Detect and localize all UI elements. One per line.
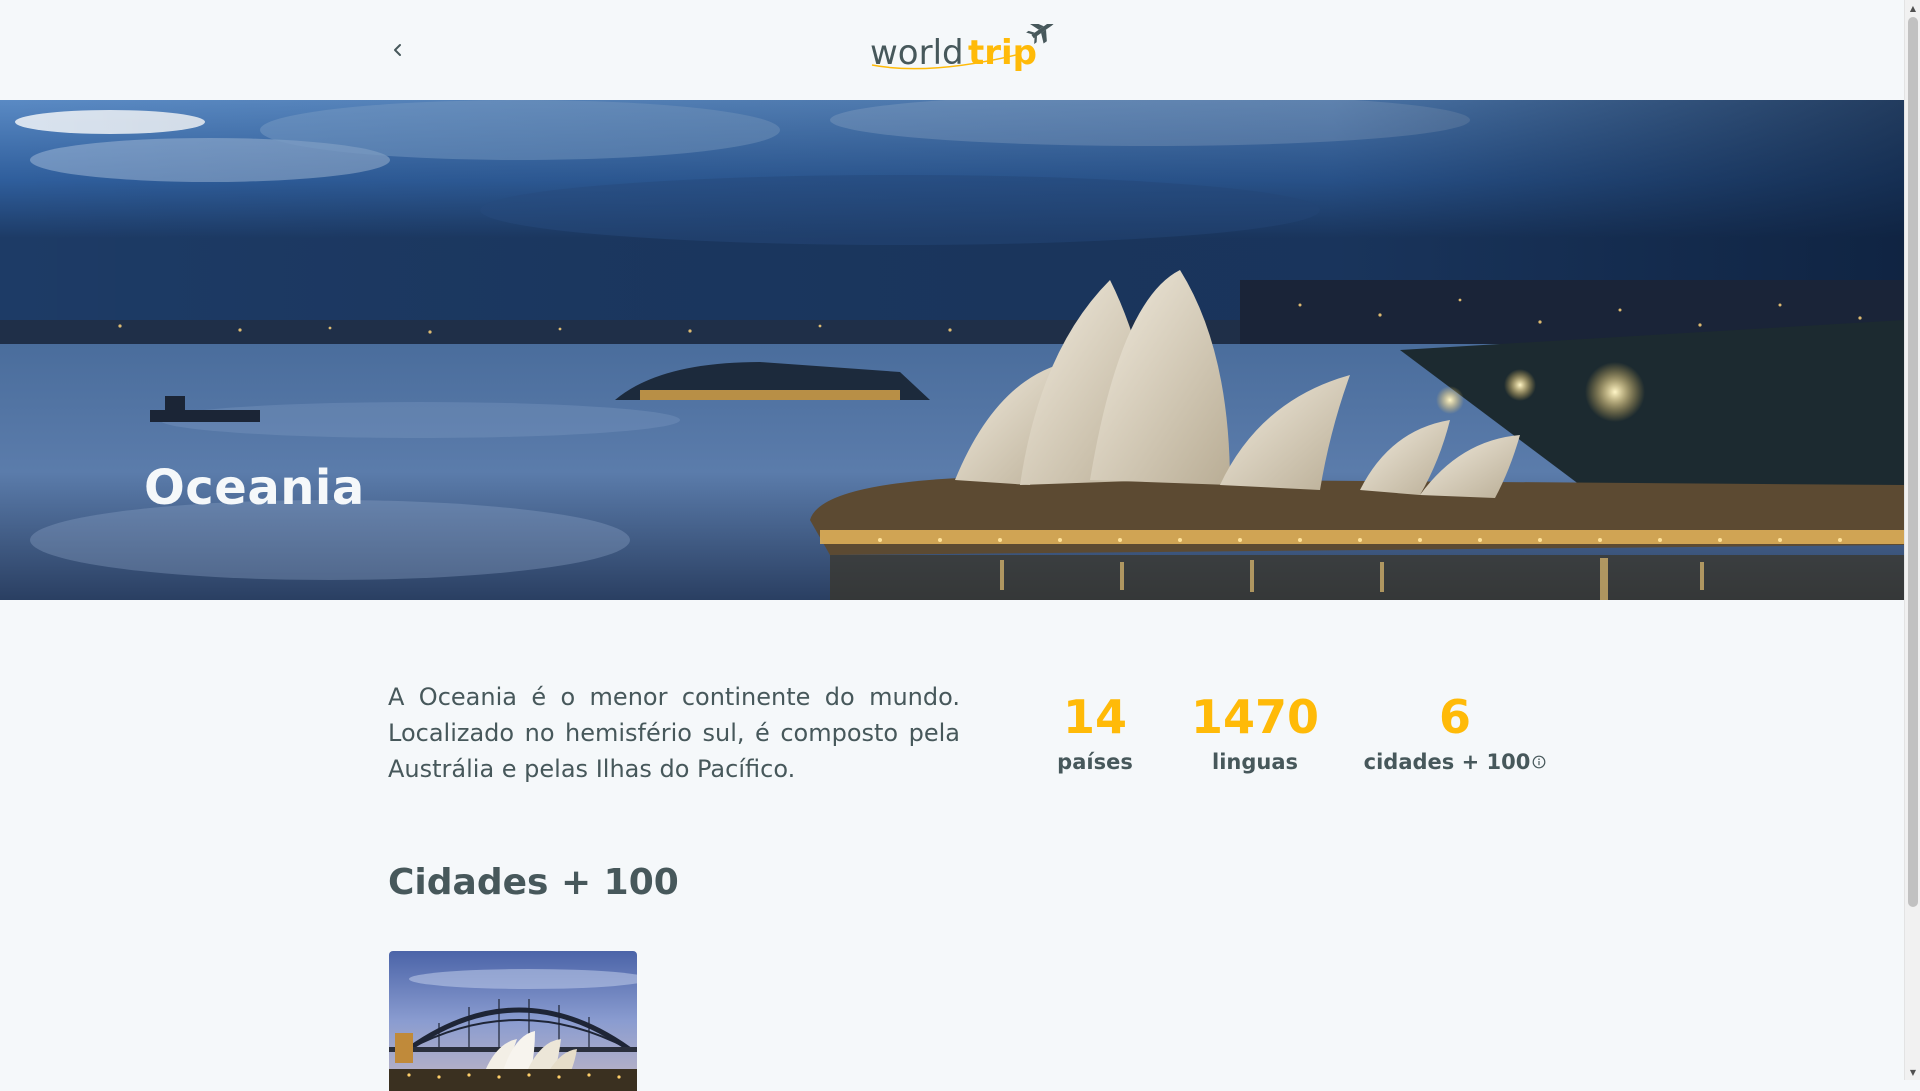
info-icon[interactable] bbox=[1532, 755, 1546, 769]
city-card[interactable] bbox=[389, 951, 637, 1091]
continent-description: A Oceania é o menor continente do mundo.… bbox=[388, 683, 960, 783]
logo-trip-text: trip bbox=[968, 33, 1037, 73]
continent-banner: Oceania bbox=[0, 100, 1904, 600]
continent-stats: 14 países 1470 linguas 6 cidades + 100 bbox=[1020, 686, 1560, 786]
stat-languages-value: 1470 bbox=[1190, 690, 1320, 744]
page-scrollbar[interactable]: ▲ ▼ bbox=[1904, 0, 1920, 1080]
site-header: world trip bbox=[0, 0, 1904, 100]
city-card-image bbox=[389, 951, 637, 1091]
chevron-left-icon bbox=[394, 44, 401, 56]
continent-title: Oceania bbox=[144, 460, 365, 516]
stat-languages: 1470 linguas bbox=[1190, 686, 1320, 776]
stat-countries: 14 países bbox=[1040, 686, 1150, 776]
stat-countries-label: países bbox=[1057, 750, 1133, 774]
stat-languages-label: linguas bbox=[1212, 750, 1298, 774]
stat-cities-value: 6 bbox=[1438, 690, 1471, 744]
stat-cities-label: cidades + 100 bbox=[1363, 750, 1531, 774]
back-button[interactable] bbox=[386, 38, 410, 62]
scrollbar-thumb[interactable] bbox=[1908, 17, 1918, 907]
worldtrip-logo[interactable]: world trip bbox=[870, 20, 1055, 78]
scroll-up-arrow-icon[interactable]: ▲ bbox=[1905, 0, 1920, 16]
stat-cities: 6 cidades + 100 bbox=[1355, 686, 1555, 776]
stat-countries-value: 14 bbox=[1062, 690, 1127, 744]
stat-cities-label-row: cidades + 100 bbox=[1355, 748, 1555, 776]
cities-section-title: Cidades + 100 bbox=[388, 862, 679, 903]
sydney-opera-house-image bbox=[0, 100, 1904, 600]
scroll-down-arrow-icon[interactable]: ▼ bbox=[1905, 1064, 1920, 1080]
